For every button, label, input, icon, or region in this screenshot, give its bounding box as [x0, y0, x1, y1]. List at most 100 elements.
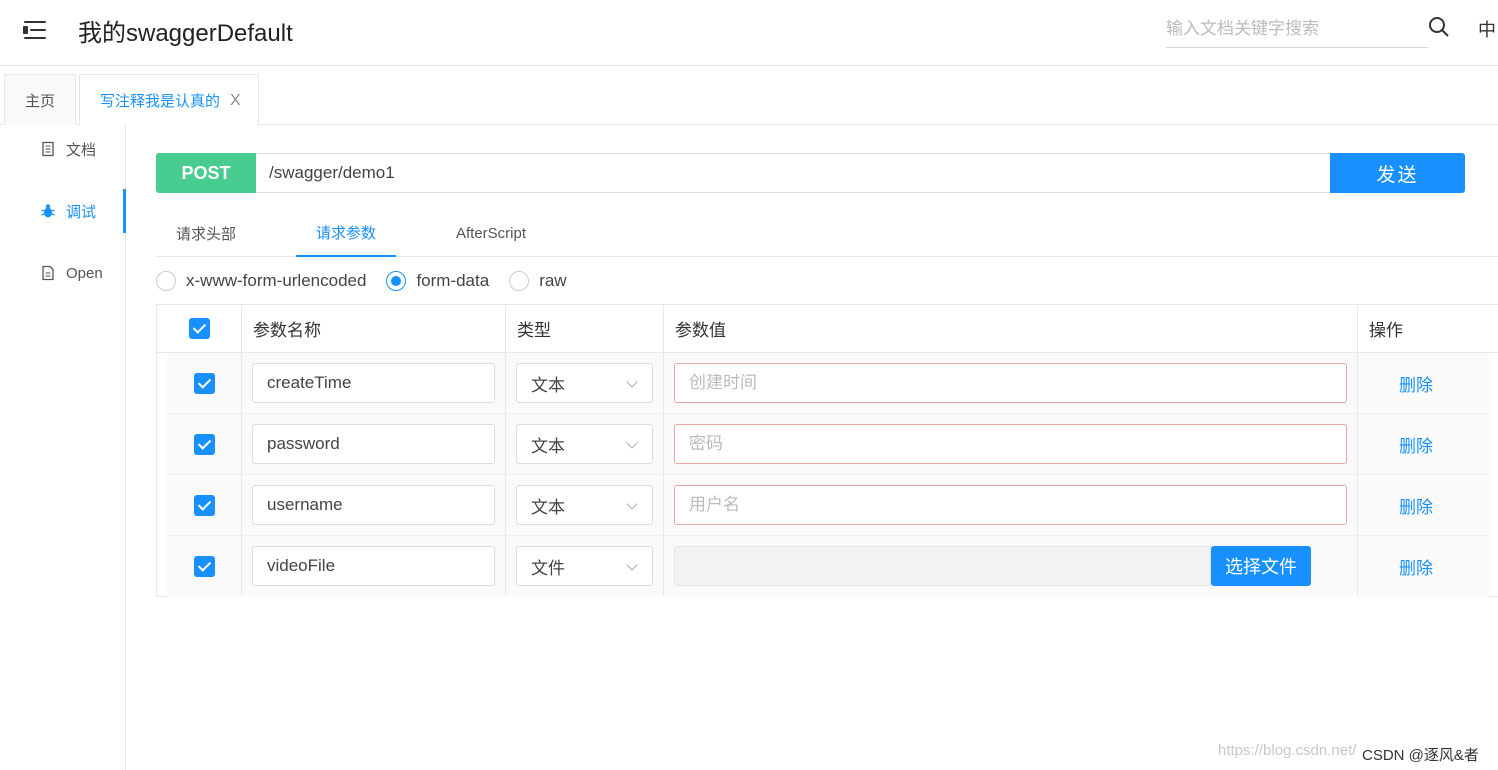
type-select[interactable]: 文件	[516, 546, 653, 586]
type-select-value: 文本	[531, 436, 565, 456]
file-path-display	[674, 546, 1211, 586]
choose-file-button[interactable]: 选择文件	[1211, 546, 1311, 586]
body-mode-group: x-www-form-urlencoded form-data raw	[156, 269, 587, 293]
table-row: 文本 删除	[167, 475, 1489, 536]
radio-circle	[509, 271, 530, 291]
tab-api-doc[interactable]: 写注释我是认真的 X	[79, 74, 259, 126]
csdn-credit: CSDN @逐风&者	[1362, 747, 1479, 764]
header-name: 参数名称	[242, 305, 506, 352]
param-value-input[interactable]	[674, 485, 1347, 525]
table-row: 文本 删除	[167, 414, 1489, 475]
radio-circle	[156, 271, 176, 291]
sidebar-item-label: Open	[66, 264, 103, 282]
delete-link[interactable]: 删除	[1389, 353, 1489, 413]
delete-link[interactable]: 删除	[1389, 536, 1489, 596]
header-checkbox-cell	[157, 305, 242, 352]
delete-link[interactable]: 删除	[1389, 414, 1489, 474]
value-cell	[664, 475, 1358, 535]
value-cell	[664, 414, 1358, 474]
param-name-input[interactable]	[252, 363, 495, 403]
tab-bar: 主页 写注释我是认真的 X	[0, 66, 1498, 126]
table-row: 文本 删除	[167, 353, 1489, 414]
radio-label: form-data	[416, 271, 490, 290]
row-checkbox[interactable]	[194, 556, 215, 577]
row-checkbox[interactable]	[194, 373, 215, 394]
row-checkbox[interactable]	[194, 434, 215, 455]
type-select-value: 文件	[531, 558, 565, 578]
table-header: 参数名称 类型 参数值 操作	[157, 305, 1498, 353]
method-badge: POST	[156, 153, 256, 193]
send-button[interactable]: 发送	[1330, 153, 1465, 193]
type-select[interactable]: 文本	[516, 363, 653, 403]
param-value-input[interactable]	[674, 363, 1347, 403]
file-icon	[42, 265, 54, 281]
select-all-checkbox[interactable]	[188, 318, 210, 339]
checkbox-cell	[167, 475, 242, 535]
url-bar: POST 发送	[156, 153, 1465, 193]
row-checkbox[interactable]	[194, 495, 215, 516]
radio-label: x-www-form-urlencoded	[186, 271, 367, 290]
search-field	[1166, 10, 1428, 48]
radio-form-data[interactable]: form-data	[386, 271, 489, 291]
sidebar-item-debug[interactable]: 调试	[0, 189, 126, 233]
type-select[interactable]: 文本	[516, 424, 653, 464]
document-icon	[42, 141, 54, 157]
value-cell: 选择文件	[664, 536, 1358, 596]
header-op: 操作	[1369, 321, 1403, 340]
search-input[interactable]	[1166, 10, 1428, 47]
type-select[interactable]: 文本	[516, 485, 653, 525]
value-cell	[664, 353, 1358, 413]
type-cell: 文本	[506, 353, 664, 413]
chevron-down-icon	[626, 376, 638, 388]
bug-icon	[41, 204, 55, 218]
request-subtabs: 请求头部 请求参数 AfterScript	[156, 209, 1498, 257]
type-select-value: 文本	[531, 375, 565, 395]
header-value: 参数值	[664, 305, 1358, 352]
radio-urlencoded[interactable]: x-www-form-urlencoded	[156, 271, 366, 291]
chevron-down-icon	[626, 559, 638, 571]
side-nav: 文档 调试 Open	[0, 125, 126, 770]
param-name-input[interactable]	[252, 546, 495, 586]
menu-collapse-icon[interactable]	[22, 18, 48, 42]
name-cell	[242, 475, 506, 535]
tab-api-doc-label: 写注释我是认真的	[100, 93, 221, 110]
table-row: 文件 选择文件 删除	[167, 536, 1489, 597]
params-table: 参数名称 类型 参数值 操作 文本 删除	[156, 304, 1498, 597]
tab-home-label: 主页	[24, 92, 55, 110]
url-input[interactable]	[256, 153, 1331, 193]
delete-link[interactable]: 删除	[1389, 475, 1489, 535]
radio-raw[interactable]: raw	[509, 271, 567, 291]
sidebar-item-docs[interactable]: 文档	[0, 127, 126, 171]
search-icon[interactable]	[1428, 16, 1450, 38]
tab-home[interactable]: 主页	[4, 74, 76, 125]
type-cell: 文件	[506, 536, 664, 596]
sidebar-item-open[interactable]: Open	[0, 251, 126, 295]
tab-request-headers[interactable]: 请求头部	[156, 209, 256, 257]
radio-circle	[386, 271, 407, 291]
type-cell: 文本	[506, 414, 664, 474]
type-select-value: 文本	[531, 497, 565, 517]
name-cell	[242, 414, 506, 474]
chevron-down-icon	[626, 437, 638, 449]
debug-panel: POST 发送 请求头部 请求参数 AfterScript x-www-form…	[156, 125, 1498, 770]
tab-after-script[interactable]: AfterScript	[436, 209, 546, 257]
language-switch[interactable]: 中	[1478, 16, 1496, 42]
close-icon[interactable]: X	[230, 92, 241, 110]
checkbox-cell	[167, 536, 242, 596]
top-bar: 我的swaggerDefault 中	[0, 0, 1498, 66]
chevron-down-icon	[626, 498, 638, 510]
param-name-input[interactable]	[252, 424, 495, 464]
checkbox-cell	[167, 353, 242, 413]
param-value-input[interactable]	[674, 424, 1347, 464]
type-cell: 文本	[506, 475, 664, 535]
tab-request-params[interactable]: 请求参数	[296, 209, 396, 257]
sidebar-item-label: 调试	[66, 203, 97, 221]
app-title: 我的swaggerDefault	[78, 20, 293, 47]
sidebar-item-label: 文档	[66, 141, 97, 159]
header-type: 类型	[506, 305, 664, 352]
url-watermark: https://blog.csdn.net/	[1218, 742, 1357, 759]
radio-label: raw	[539, 271, 567, 290]
param-name-input[interactable]	[252, 485, 495, 525]
name-cell	[242, 353, 506, 413]
name-cell	[242, 536, 506, 596]
